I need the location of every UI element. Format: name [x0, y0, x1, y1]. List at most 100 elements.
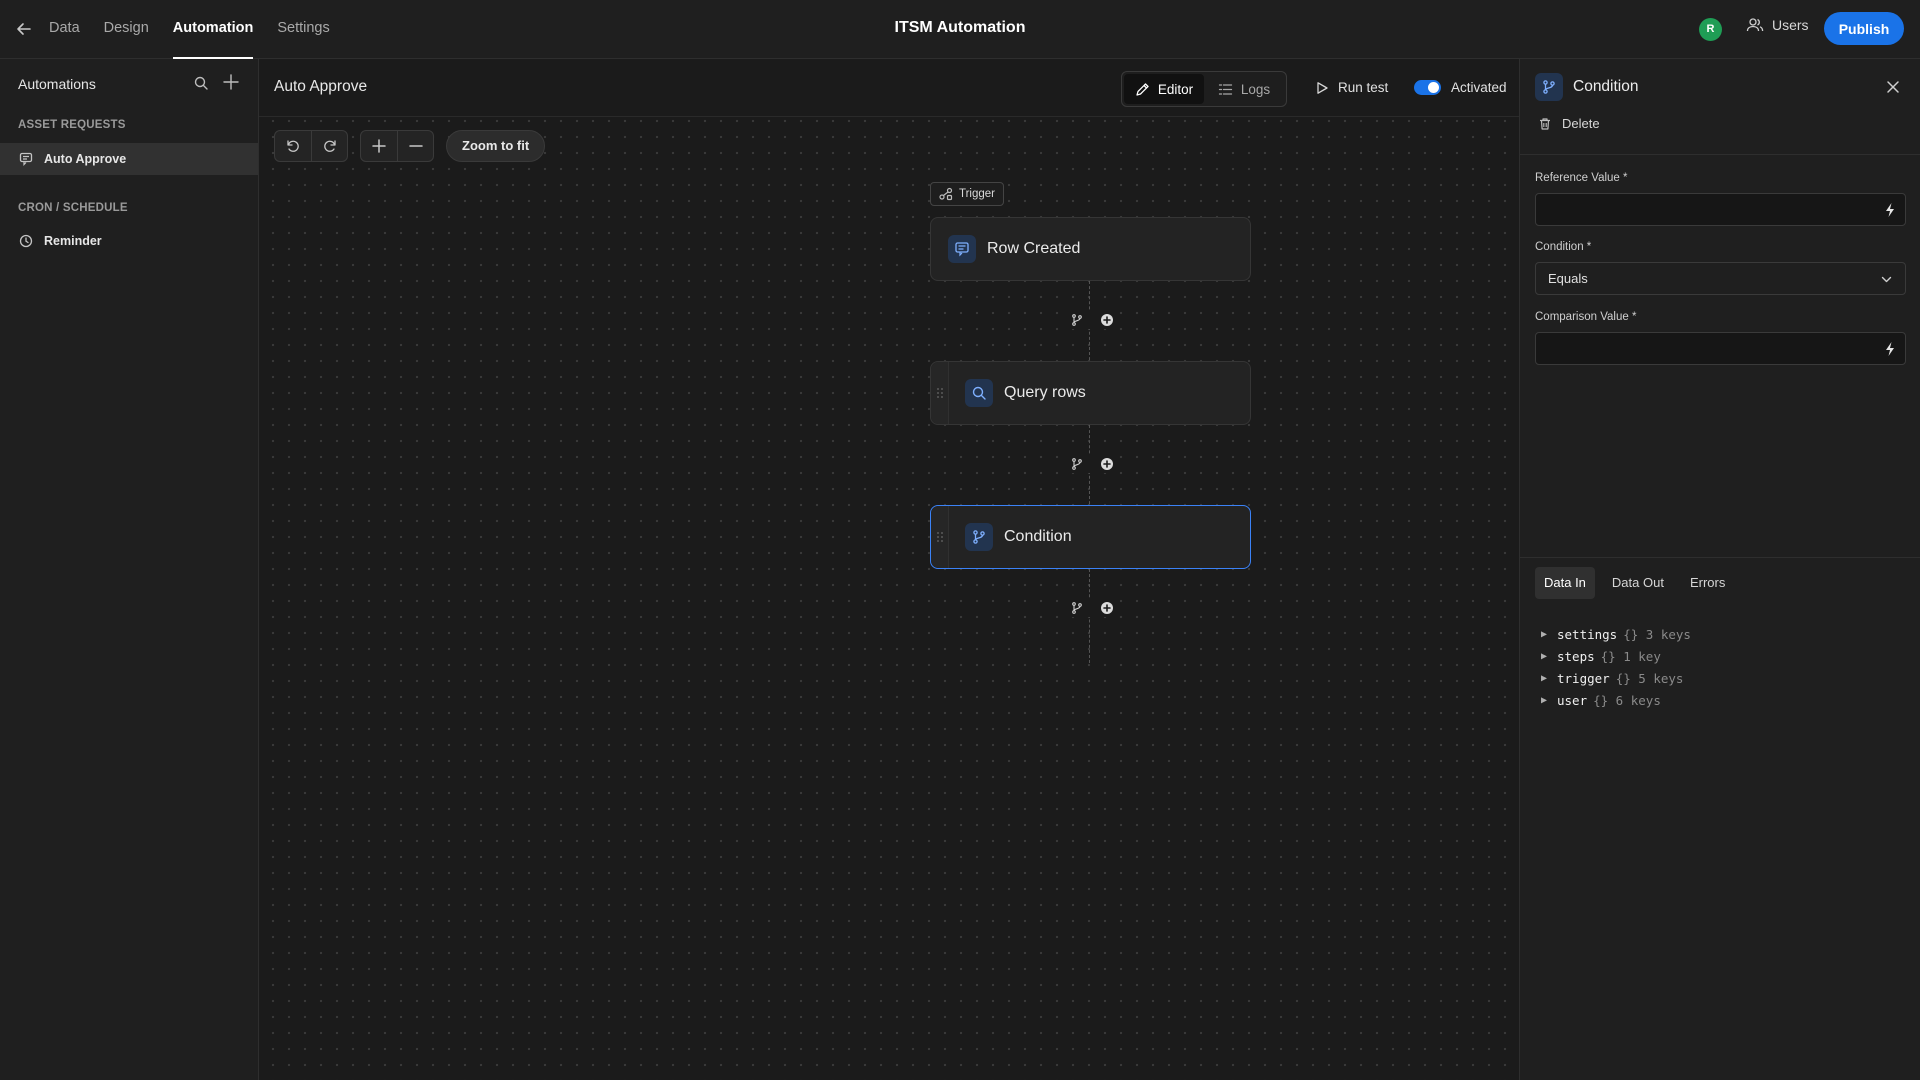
zoom-to-fit-button[interactable]: Zoom to fit — [446, 130, 546, 162]
step-connector — [1070, 599, 1114, 617]
drag-handle-icon[interactable] — [931, 506, 949, 568]
condition-label: Condition * — [1535, 241, 1592, 253]
node-label: Row Created — [987, 240, 1081, 257]
tree-key: steps — [1557, 648, 1595, 664]
canvas-header: Auto Approve Editor Logs Run test Activa… — [259, 59, 1519, 117]
tree-meta: {} 3 keys — [1623, 626, 1691, 642]
delete-step-button[interactable]: Delete — [1538, 116, 1600, 131]
condition-select-value: Equals — [1548, 271, 1588, 286]
clock-icon — [19, 234, 33, 248]
comparison-value-label: Comparison Value * — [1535, 311, 1637, 323]
back-arrow-icon[interactable] — [14, 19, 34, 39]
editor-logs-toggle: Editor Logs — [1121, 71, 1287, 107]
expand-arrow-icon[interactable]: ▶ — [1541, 651, 1551, 662]
step-connector — [1070, 311, 1114, 329]
trigger-badge-label: Trigger — [959, 188, 995, 200]
add-automation-icon[interactable] — [222, 73, 240, 91]
flow-node-row-created[interactable]: Row Created — [930, 217, 1251, 281]
branch-icon — [965, 523, 993, 551]
divider — [1520, 154, 1920, 155]
tree-meta: {} 6 keys — [1593, 692, 1661, 708]
tree-item-trigger[interactable]: ▶ trigger {} 5 keys — [1541, 667, 1691, 689]
expand-arrow-icon[interactable]: ▶ — [1541, 629, 1551, 640]
sidebar-item-label: Reminder — [44, 234, 102, 248]
divider — [1520, 557, 1920, 558]
step-settings-panel: Condition Delete Reference Value * Condi… — [1519, 59, 1920, 1080]
tree-item-settings[interactable]: ▶ settings {} 3 keys — [1541, 623, 1691, 645]
users-icon — [1746, 17, 1764, 33]
sidebar-item-auto-approve[interactable]: Auto Approve — [0, 143, 258, 175]
tree-key: settings — [1557, 626, 1618, 642]
branch-icon — [1535, 73, 1563, 101]
tab-design[interactable]: Design — [104, 0, 149, 59]
users-label: Users — [1772, 17, 1809, 33]
zoom-in-icon[interactable] — [361, 131, 397, 161]
undo-redo-group — [274, 130, 348, 162]
search-icon — [965, 379, 993, 407]
zoom-group — [360, 130, 434, 162]
redo-icon[interactable] — [311, 131, 347, 161]
user-avatar[interactable]: R — [1699, 18, 1722, 41]
flow-node-condition[interactable]: Condition — [930, 505, 1251, 569]
top-bar: Data Design Automation Settings ITSM Aut… — [0, 0, 1920, 59]
expand-arrow-icon[interactable]: ▶ — [1541, 673, 1551, 684]
row-created-icon — [19, 152, 33, 166]
sidebar-title: Automations — [18, 76, 96, 92]
section-label-asset-requests: ASSET REQUESTS — [18, 119, 126, 131]
expand-arrow-icon[interactable]: ▶ — [1541, 695, 1551, 706]
reference-value-input[interactable] — [1535, 193, 1906, 226]
automation-name: Auto Approve — [274, 78, 368, 95]
reference-value-label: Reference Value * — [1535, 172, 1628, 184]
step-connector — [1070, 455, 1114, 473]
data-tabs: Data In Data Out Errors — [1535, 567, 1734, 599]
add-branch-icon[interactable] — [1070, 457, 1084, 471]
sidebar-item-reminder[interactable]: Reminder — [0, 225, 258, 257]
activated-control: Activated — [1414, 80, 1507, 95]
automation-canvas[interactable]: Auto Approve Editor Logs Run test Activa… — [259, 59, 1519, 1080]
tab-data[interactable]: Data — [49, 0, 80, 59]
trigger-icon — [939, 187, 953, 201]
drag-handle-icon[interactable] — [931, 362, 949, 424]
editor-label: Editor — [1157, 81, 1194, 97]
add-step-icon[interactable] — [1100, 457, 1114, 471]
undo-icon[interactable] — [275, 131, 311, 161]
zoom-out-icon[interactable] — [397, 131, 433, 161]
run-test-button[interactable]: Run test — [1315, 80, 1388, 95]
users-button[interactable]: Users — [1746, 17, 1809, 33]
add-branch-icon[interactable] — [1070, 601, 1084, 615]
panel-title: Condition — [1573, 78, 1639, 95]
row-created-icon — [948, 235, 976, 263]
tree-key: user — [1557, 692, 1588, 708]
tab-data-out[interactable]: Data Out — [1603, 567, 1673, 599]
run-test-label: Run test — [1338, 80, 1389, 95]
tab-data-in[interactable]: Data In — [1535, 567, 1595, 599]
tree-key: trigger — [1557, 670, 1610, 686]
delete-label: Delete — [1562, 116, 1600, 131]
comparison-value-input[interactable] — [1535, 332, 1906, 365]
tab-automation[interactable]: Automation — [172, 0, 254, 59]
lightning-bolt-icon[interactable] — [1883, 341, 1897, 357]
lightning-bolt-icon[interactable] — [1883, 202, 1897, 218]
close-icon[interactable] — [1885, 79, 1901, 95]
add-step-icon[interactable] — [1100, 601, 1114, 615]
activated-label: Activated — [1451, 80, 1507, 95]
flow-node-query-rows[interactable]: Query rows — [930, 361, 1251, 425]
add-branch-icon[interactable] — [1070, 313, 1084, 327]
list-icon — [1218, 82, 1233, 97]
publish-button[interactable]: Publish — [1824, 12, 1904, 45]
tree-item-steps[interactable]: ▶ steps {} 1 key — [1541, 645, 1691, 667]
tree-item-user[interactable]: ▶ user {} 6 keys — [1541, 689, 1691, 711]
main-nav: Data Design Automation Settings — [49, 0, 354, 59]
trigger-badge: Trigger — [930, 182, 1004, 206]
search-icon[interactable] — [193, 75, 209, 91]
editor-mode-button[interactable]: Editor — [1124, 74, 1204, 104]
chevron-down-icon — [1880, 273, 1893, 286]
logs-mode-button[interactable]: Logs — [1204, 74, 1284, 104]
activated-toggle[interactable] — [1414, 80, 1441, 95]
node-label: Condition — [1004, 528, 1072, 545]
tab-errors[interactable]: Errors — [1681, 567, 1734, 599]
tab-settings[interactable]: Settings — [277, 0, 329, 59]
condition-select[interactable]: Equals — [1535, 262, 1906, 295]
add-step-icon[interactable] — [1100, 313, 1114, 327]
section-label-cron-schedule: CRON / SCHEDULE — [18, 202, 128, 214]
